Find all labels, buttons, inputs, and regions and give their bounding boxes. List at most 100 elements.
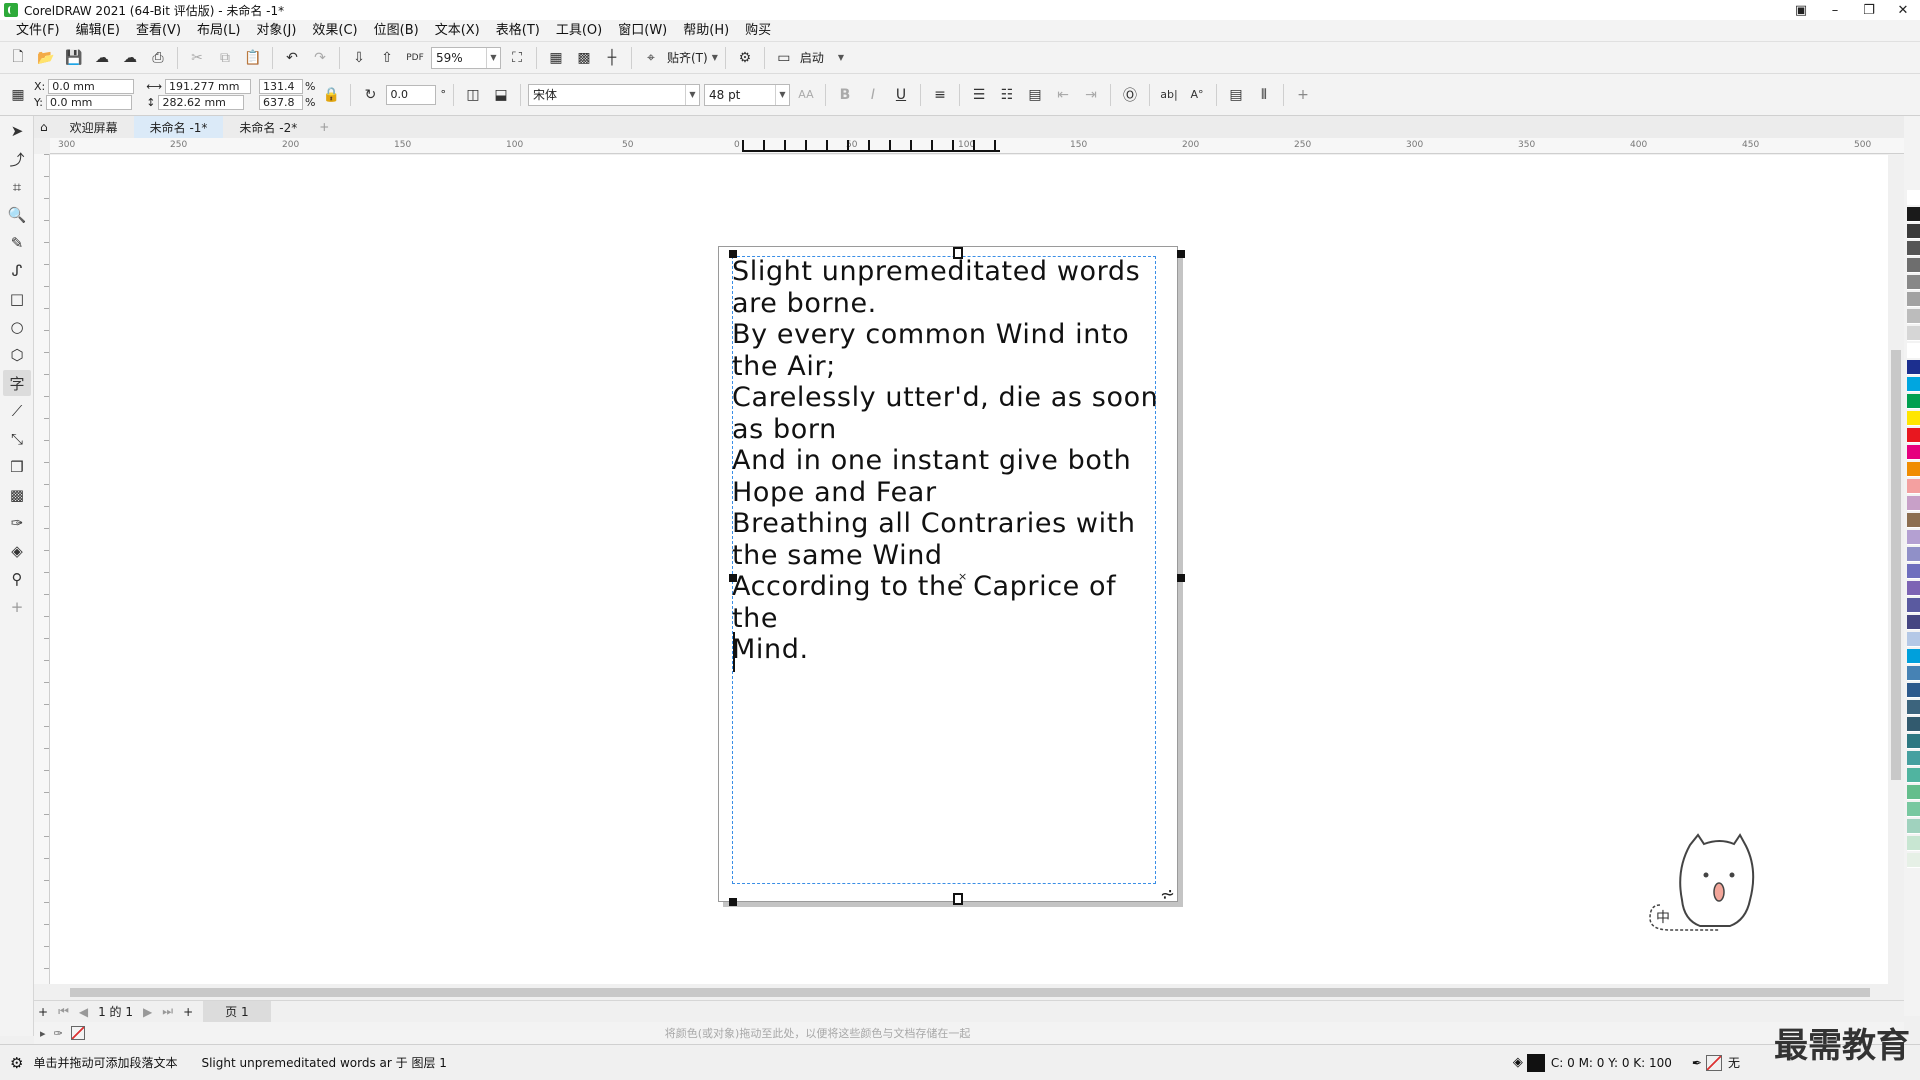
vertical-scroll-thumb[interactable] bbox=[1891, 350, 1901, 780]
palette-swatch[interactable] bbox=[1907, 428, 1920, 443]
palette-swatch[interactable] bbox=[1907, 683, 1920, 698]
show-guidelines-icon[interactable]: ┼ bbox=[600, 46, 624, 70]
palette-swatch[interactable] bbox=[1907, 275, 1920, 290]
palette-swatch[interactable] bbox=[1907, 802, 1920, 817]
export-icon[interactable]: ⇧ bbox=[375, 46, 399, 70]
save-icon[interactable]: 💾 bbox=[62, 46, 86, 70]
tab-welcome-screen[interactable]: 欢迎屏幕 bbox=[54, 116, 134, 138]
add-page-icon[interactable]: + bbox=[38, 1005, 48, 1019]
palette-swatch[interactable] bbox=[1907, 343, 1920, 358]
smart-fill-tool-icon[interactable]: ⚲ bbox=[3, 566, 31, 592]
palette-swatch[interactable] bbox=[1907, 462, 1920, 477]
gear-icon[interactable]: ⚙ bbox=[733, 46, 757, 70]
palette-swatch[interactable] bbox=[1907, 632, 1920, 647]
palette-swatch[interactable] bbox=[1907, 768, 1920, 783]
first-page-icon[interactable]: ⏮ bbox=[58, 1004, 69, 1019]
palette-swatch[interactable] bbox=[1907, 445, 1920, 460]
outline-color-swatch[interactable] bbox=[1705, 1054, 1722, 1071]
horizontal-scroll-thumb[interactable] bbox=[70, 988, 1870, 997]
menu-table[interactable]: 表格(T) bbox=[488, 20, 548, 42]
chevron-down-icon[interactable]: ▼ bbox=[712, 53, 718, 62]
menu-bitmaps[interactable]: 位图(B) bbox=[366, 20, 427, 42]
selection-handle[interactable] bbox=[1177, 250, 1185, 258]
full-screen-icon[interactable]: ⛶ bbox=[505, 46, 529, 70]
palette-swatch[interactable] bbox=[1907, 598, 1920, 613]
crop-tool-icon[interactable]: ⌗ bbox=[3, 174, 31, 200]
rectangle-tool-icon[interactable]: □ bbox=[3, 286, 31, 312]
font-size-combo[interactable]: 48 pt ▼ bbox=[703, 83, 790, 106]
paste-icon[interactable]: 📋 bbox=[241, 46, 265, 70]
palette-swatch[interactable] bbox=[1907, 496, 1920, 511]
palette-swatch[interactable] bbox=[1907, 479, 1920, 494]
zoom-level-combo[interactable]: 59% ▼ bbox=[431, 46, 501, 69]
palette-swatch[interactable] bbox=[1907, 734, 1920, 749]
palette-swatch[interactable] bbox=[1907, 292, 1920, 307]
pdf-icon[interactable]: PDF bbox=[403, 46, 427, 70]
drop-cap-icon[interactable]: ▤ bbox=[1023, 83, 1047, 107]
y-position-field[interactable]: 0.0 mm bbox=[45, 95, 132, 110]
copy-icon[interactable]: ⧉ bbox=[213, 46, 237, 70]
numbered-list-icon[interactable]: ☷ bbox=[995, 83, 1019, 107]
interactive-fill-tool-icon[interactable]: ◈ bbox=[3, 538, 31, 564]
menu-buy[interactable]: 购买 bbox=[737, 20, 779, 42]
eyedropper-icon[interactable]: ✑ bbox=[54, 1027, 63, 1040]
connector-tool-icon[interactable]: ⤡ bbox=[3, 426, 31, 452]
palette-swatch[interactable] bbox=[1907, 700, 1920, 715]
palette-swatch[interactable] bbox=[1907, 513, 1920, 528]
menu-layout[interactable]: 布局(L) bbox=[189, 20, 248, 42]
font-list-combo[interactable]: 宋体 ▼ bbox=[527, 83, 700, 106]
palette-swatch[interactable] bbox=[1907, 377, 1920, 392]
snap-to-button[interactable]: 贴齐(T) bbox=[667, 49, 708, 66]
show-rulers-icon[interactable]: ▦ bbox=[544, 46, 568, 70]
character-format-icon[interactable]: A° bbox=[1185, 83, 1209, 107]
palette-swatch[interactable] bbox=[1907, 666, 1920, 681]
menu-object[interactable]: 对象(J) bbox=[248, 20, 304, 42]
palette-swatch[interactable] bbox=[1907, 207, 1920, 222]
new-document-icon[interactable]: 🗋 bbox=[6, 46, 30, 70]
document-palette[interactable]: ▸ ✑ 将颜色(或对象)拖动至此处，以便将这些颜色与文档存储在一起 bbox=[34, 1022, 1904, 1044]
palette-swatch[interactable] bbox=[1907, 649, 1920, 664]
width-field[interactable]: 191.277 mm bbox=[165, 79, 252, 94]
palette-swatch[interactable] bbox=[1907, 836, 1920, 851]
palette-swatch[interactable] bbox=[1907, 224, 1920, 239]
menu-tools[interactable]: 工具(O) bbox=[548, 20, 610, 42]
import-icon[interactable]: ⇩ bbox=[347, 46, 371, 70]
fill-color-swatch[interactable] bbox=[1526, 1053, 1545, 1072]
rotate-icon[interactable]: ↻ bbox=[358, 83, 382, 107]
palette-swatch[interactable] bbox=[1907, 751, 1920, 766]
palette-swatch[interactable] bbox=[1907, 819, 1920, 834]
horizontal-text-icon[interactable]: ▤ bbox=[1224, 83, 1248, 107]
eyedropper-tool-icon[interactable]: ✑ bbox=[3, 510, 31, 536]
menu-view[interactable]: 查看(V) bbox=[128, 20, 189, 42]
font-size-adjust-icon[interactable]: AA bbox=[794, 83, 818, 107]
palette-swatch[interactable] bbox=[1907, 547, 1920, 562]
scale-width-field[interactable]: 131.4 bbox=[259, 79, 304, 94]
scale-height-field[interactable]: 637.8 bbox=[259, 95, 304, 110]
tab-untitled-1[interactable]: 未命名 -1* bbox=[133, 116, 224, 138]
menu-edit[interactable]: 编辑(E) bbox=[68, 20, 128, 42]
tab-untitled-2[interactable]: 未命名 -2* bbox=[223, 116, 313, 138]
object-origin-icon[interactable]: ▦ bbox=[6, 83, 30, 107]
pick-tool-icon[interactable]: ➤ bbox=[3, 118, 31, 144]
lock-ratio-icon[interactable]: 🔒 bbox=[319, 83, 343, 107]
palette-swatch[interactable] bbox=[1907, 326, 1920, 341]
selection-handle[interactable] bbox=[729, 574, 737, 582]
horizontal-ruler[interactable]: 300 250 200 150 100 50 0 50 100 150 200 … bbox=[50, 138, 1904, 154]
snap-icon[interactable]: ⌖ bbox=[639, 46, 663, 70]
palette-swatch[interactable] bbox=[1907, 853, 1920, 868]
palette-swatch[interactable] bbox=[1907, 581, 1920, 596]
print-icon[interactable]: ⎙ bbox=[146, 46, 170, 70]
launcher-icon[interactable]: ▭ bbox=[772, 46, 796, 70]
menu-help[interactable]: 帮助(H) bbox=[675, 20, 737, 42]
text-frame-top-tab[interactable] bbox=[953, 247, 963, 259]
mirror-vertical-icon[interactable]: ⬓ bbox=[489, 83, 513, 107]
height-field[interactable]: 282.62 mm bbox=[158, 95, 245, 110]
x-position-field[interactable]: 0.0 mm bbox=[48, 79, 135, 94]
undo-icon[interactable]: ↶ bbox=[280, 46, 304, 70]
ellipse-tool-icon[interactable]: ○ bbox=[3, 314, 31, 340]
minimize-button[interactable]: – bbox=[1818, 0, 1852, 20]
selection-handle[interactable] bbox=[729, 898, 737, 906]
previous-page-icon[interactable]: ◀ bbox=[79, 1005, 88, 1019]
cut-icon[interactable]: ✂ bbox=[185, 46, 209, 70]
add-tool-icon[interactable]: + bbox=[3, 594, 31, 620]
